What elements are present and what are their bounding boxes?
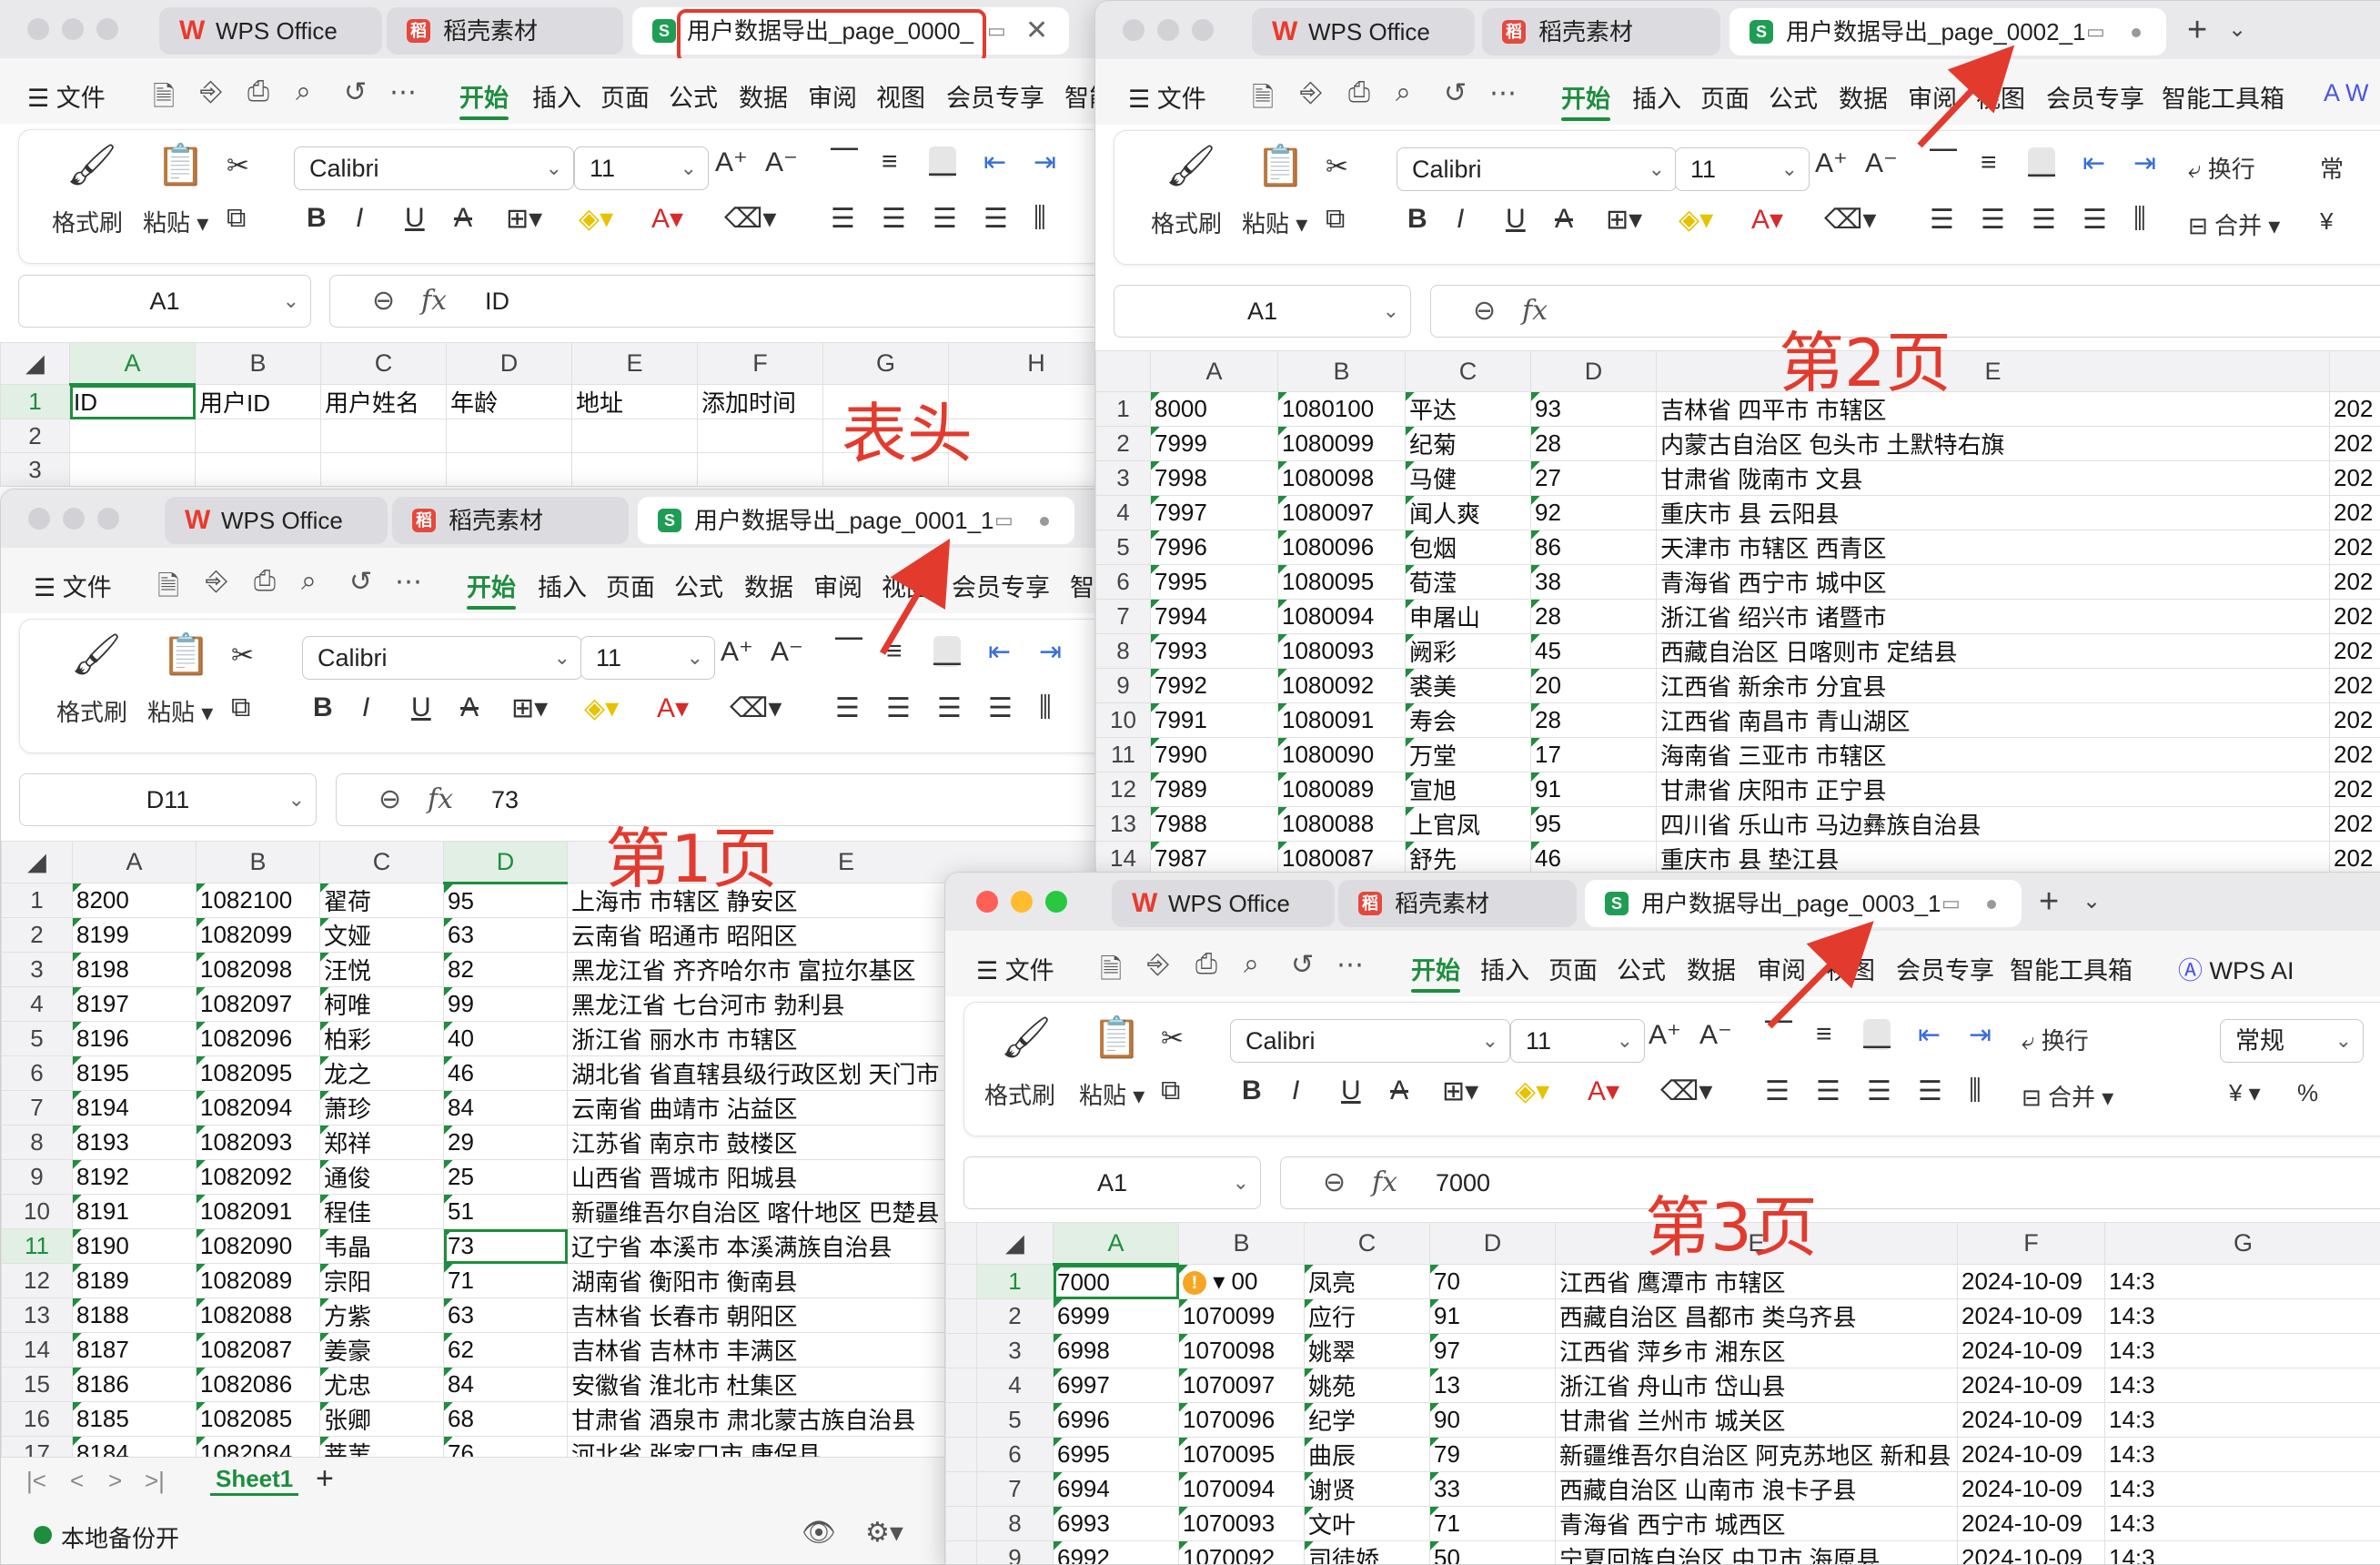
arrow-to-page3-tab <box>1770 939 1856 1026</box>
arrow-to-page1-tab <box>882 560 937 653</box>
arrow-to-page2-tab <box>1920 64 1997 146</box>
annotation-arrows <box>0 0 2380 1563</box>
